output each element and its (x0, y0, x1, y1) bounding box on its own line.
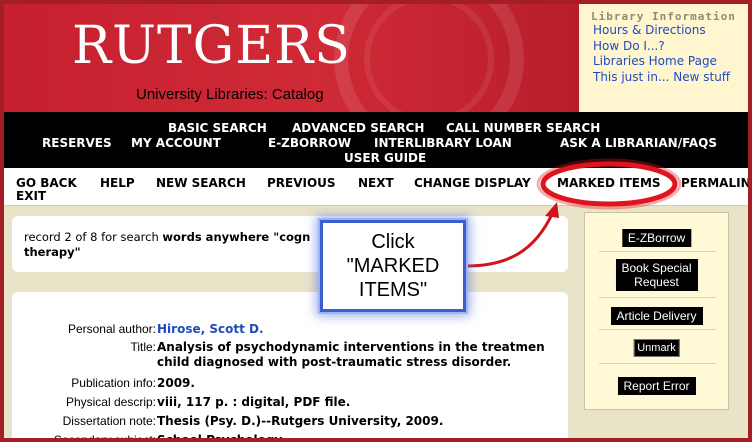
field-value: School Psychology. (157, 433, 286, 442)
nav-ask-a-librarian[interactable]: ASK A LIBRARIAN/FAQS (560, 136, 717, 150)
change-display-link[interactable]: CHANGE DISPLAY (414, 176, 531, 190)
field-value: child diagnosed with post-traumatic stre… (157, 355, 512, 369)
panel-divider (599, 329, 716, 330)
field-label: Dissertation note: (62, 414, 156, 428)
nav-advanced-search[interactable]: ADVANCED SEARCH (292, 121, 424, 135)
author-link[interactable]: Hirose, Scott D. (157, 322, 264, 336)
help-link[interactable]: HELP (100, 176, 135, 190)
search-record-summary: record 2 of 8 for search words anywhere … (12, 216, 568, 272)
rutgers-logo[interactable]: RUTGERS (72, 20, 351, 72)
main-navigation: BASIC SEARCH ADVANCED SEARCH CALL NUMBER… (4, 112, 748, 168)
field-value: Thesis (Psy. D.)--Rutgers University, 20… (157, 414, 444, 428)
report-error-button[interactable]: Report Error (617, 377, 696, 395)
library-information-heading: Library Information (591, 10, 736, 23)
university-seal-inner (364, 4, 494, 112)
panel-divider (599, 363, 716, 364)
nav-user-guide[interactable]: USER GUIDE (344, 151, 426, 165)
nav-call-number-search[interactable]: CALL NUMBER SEARCH (446, 121, 600, 135)
e-zborrow-button[interactable]: E-ZBorrow (621, 229, 692, 247)
callout-line-2: "MARKED (346, 255, 440, 277)
nav-interlibrary-loan[interactable]: INTERLIBRARY LOAN (374, 136, 512, 150)
request-label: Request (634, 275, 679, 289)
book-special-request-button[interactable]: Book Special Request (615, 259, 698, 291)
unmark-button[interactable]: Unmark (633, 339, 680, 357)
exit-link[interactable]: EXIT (16, 189, 46, 203)
new-stuff-link[interactable]: This just in... New stuff (593, 70, 748, 86)
record-tools-panel: E-ZBorrow Book Special Request Article D… (584, 212, 729, 410)
field-label: Personal author: (67, 322, 156, 336)
go-back-link[interactable]: GO BACK (16, 176, 77, 190)
field-value: 2009. (157, 376, 195, 390)
panel-divider (599, 297, 716, 298)
next-link[interactable]: NEXT (358, 176, 394, 190)
nav-basic-search[interactable]: BASIC SEARCH (168, 121, 267, 135)
search-query-text: words anywhere "cogn (162, 230, 311, 244)
permalink-link[interactable]: PERMALINK (681, 176, 748, 190)
field-label: Secondary subject: (53, 433, 156, 442)
field-label: Publication info: (71, 376, 156, 390)
site-header: RUTGERS University Libraries: Catalog (4, 4, 579, 112)
instruction-callout: Click "MARKED ITEMS" (320, 220, 466, 312)
search-query-text-continued: therapy" (24, 245, 81, 259)
library-information-box: Library Information Hours & Directions H… (579, 4, 748, 112)
field-value: Analysis of psychodynamic interventions … (157, 340, 545, 354)
callout-line-1: Click (371, 231, 415, 253)
catalog-subtitle: University Libraries: Catalog (136, 86, 324, 103)
record-details: Personal author: Hirose, Scott D. Title:… (12, 292, 568, 442)
screenshot-frame: RUTGERS University Libraries: Catalog Li… (0, 0, 752, 442)
new-search-link[interactable]: NEW SEARCH (156, 176, 246, 190)
field-label: Physical descrip: (65, 395, 156, 409)
book-special-label: Book Special (621, 261, 692, 275)
field-value: viii, 117 p. : digital, PDF file. (157, 395, 351, 409)
panel-divider (599, 251, 716, 252)
record-action-bar: GO BACK HELP NEW SEARCH PREVIOUS NEXT CH… (4, 168, 748, 206)
callout-line-3: ITEMS" (358, 279, 428, 301)
record-position-text: record 2 of 8 for search (24, 230, 163, 244)
nav-my-account[interactable]: MY ACCOUNT (131, 136, 221, 150)
marked-items-link[interactable]: MARKED ITEMS (557, 176, 661, 190)
nav-reserves[interactable]: RESERVES (42, 136, 112, 150)
hours-directions-link[interactable]: Hours & Directions (593, 23, 748, 39)
how-do-i-link[interactable]: How Do I...? (593, 39, 748, 55)
field-label: Title: (130, 340, 156, 354)
nav-e-zborrow[interactable]: E-ZBORROW (268, 136, 351, 150)
previous-link[interactable]: PREVIOUS (267, 176, 336, 190)
libraries-home-link[interactable]: Libraries Home Page (593, 54, 748, 70)
article-delivery-button[interactable]: Article Delivery (610, 307, 703, 325)
